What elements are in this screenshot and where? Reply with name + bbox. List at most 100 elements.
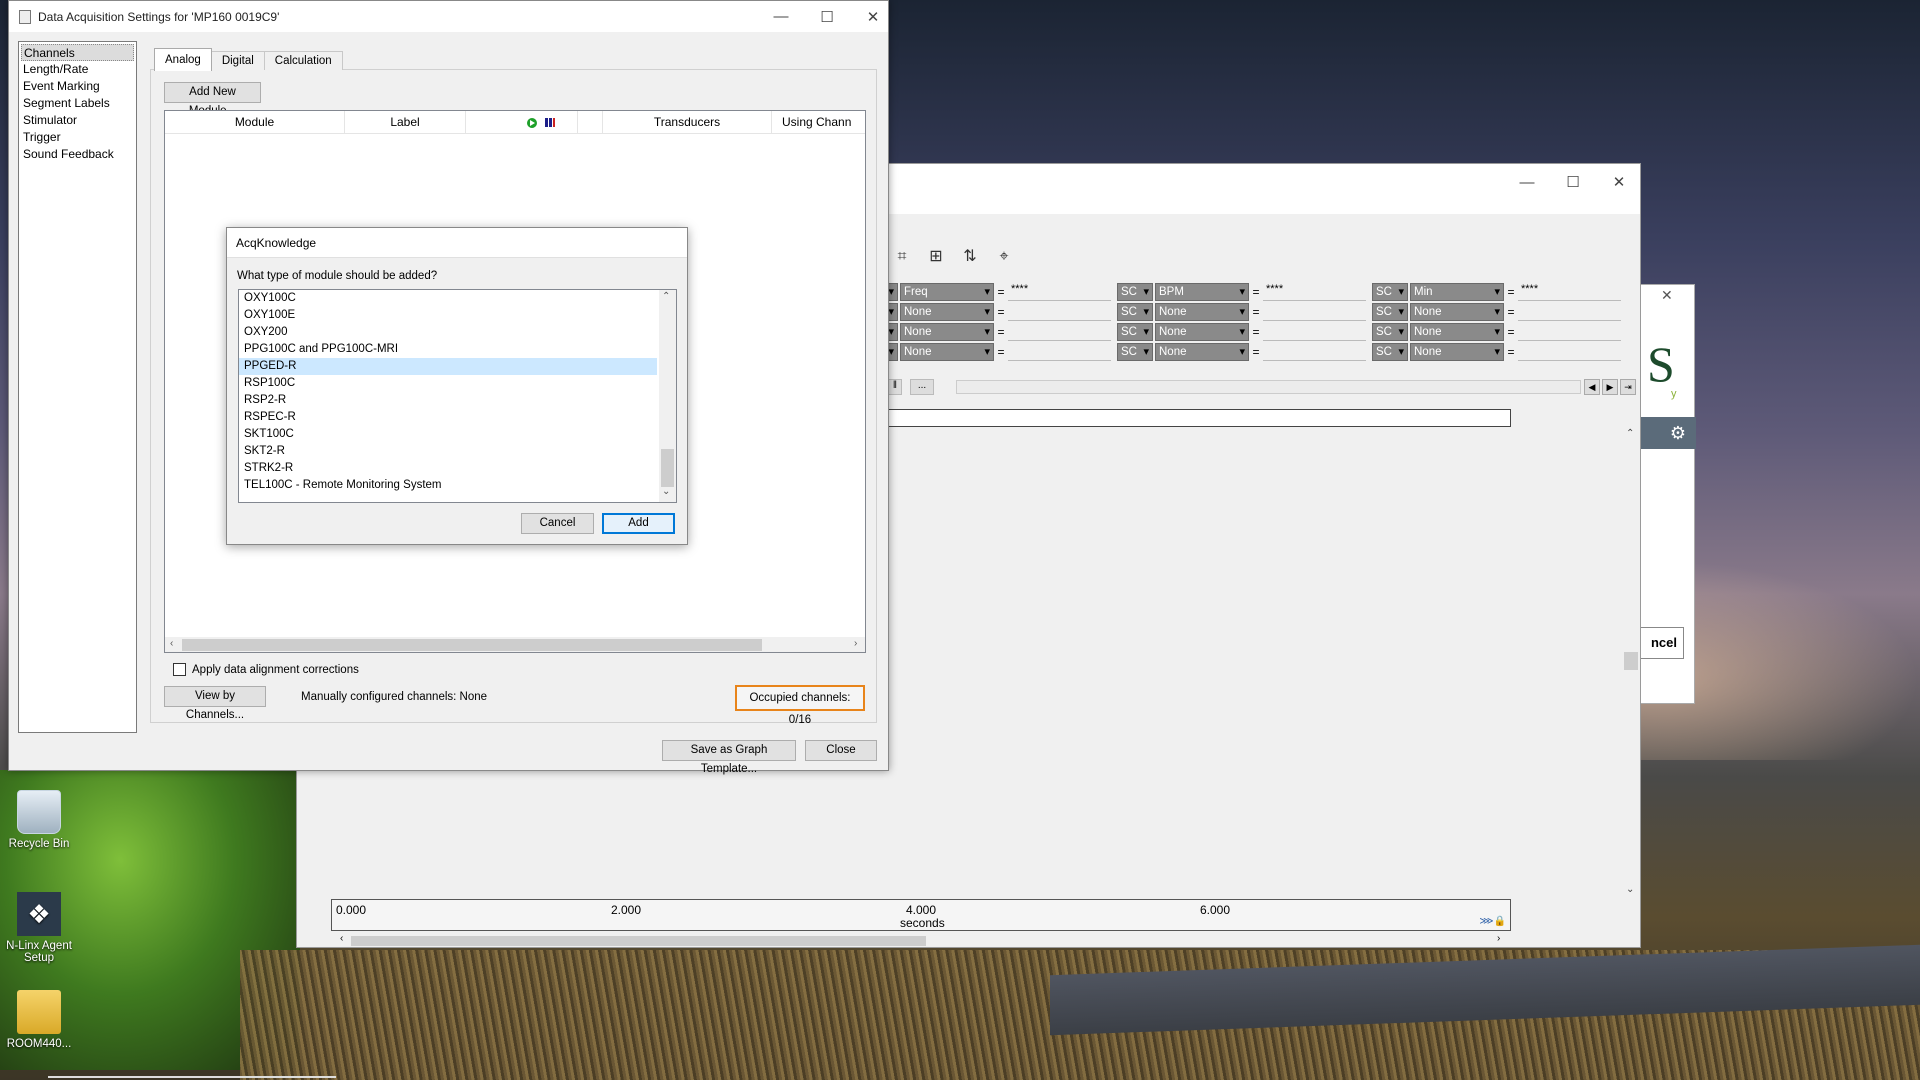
plot-channel-strip[interactable] <box>888 409 1511 427</box>
scroll-left-icon[interactable]: ‹ <box>170 638 173 649</box>
measurement-type-dropdown[interactable]: None <box>1410 303 1504 321</box>
event-scroll-track[interactable] <box>956 380 1581 394</box>
cursor-tool-icon[interactable]: ⌖ <box>992 245 1016 269</box>
scroll-thumb[interactable] <box>1624 652 1638 670</box>
channel-dropdown-partial[interactable] <box>888 323 898 341</box>
scroll-up-icon[interactable]: ⌃ <box>662 291 670 302</box>
nav-item-stimulator[interactable]: Stimulator <box>19 112 136 129</box>
scroll-down-icon[interactable]: ⌄ <box>662 486 670 497</box>
tab-analog[interactable]: Analog <box>154 48 212 71</box>
list-item[interactable]: SKT100C <box>239 426 657 443</box>
channel-dropdown[interactable]: SC <box>1372 283 1408 301</box>
scroll-thumb[interactable] <box>351 936 926 946</box>
close-icon[interactable]: ✕ <box>1596 164 1642 200</box>
view-by-channels-button[interactable]: View by Channels... <box>164 686 266 721</box>
scroll-up-icon[interactable]: ⌃ <box>1626 428 1634 439</box>
list-item[interactable]: RSP100C <box>239 375 657 392</box>
desktop-icon-nlinx[interactable]: ❖ N-Linx Agent Setup <box>0 892 78 964</box>
table-horizontal-scrollbar[interactable]: ‹ › <box>165 637 865 652</box>
apply-alignment-checkbox[interactable] <box>173 663 186 676</box>
scroll-left-icon[interactable]: ‹ <box>340 933 343 944</box>
channel-dropdown-partial[interactable] <box>888 283 898 301</box>
list-item[interactable]: SKT2-R <box>239 443 657 460</box>
add-new-module-button[interactable]: Add New Module... <box>164 82 261 117</box>
scroll-end-icon[interactable]: ⇥ <box>1620 379 1636 395</box>
measurement-type-dropdown[interactable]: Min <box>1410 283 1504 301</box>
nav-item-length-rate[interactable]: Length/Rate <box>19 61 136 78</box>
list-item[interactable]: STRK2-R <box>239 460 657 477</box>
scroll-right-icon[interactable]: › <box>854 638 857 649</box>
measurement-type-dropdown[interactable]: None <box>900 303 994 321</box>
axis-settings-icon[interactable]: ⋙🔒 <box>1479 916 1506 927</box>
scroll-right-icon[interactable]: › <box>1497 933 1500 944</box>
measurement-type-dropdown[interactable]: None <box>1410 343 1504 361</box>
measurement-type-dropdown[interactable]: None <box>1410 323 1504 341</box>
graph-horizontal-scrollbar[interactable]: ‹ › <box>331 933 1511 948</box>
list-vertical-scrollbar[interactable]: ⌃ ⌄ <box>659 290 676 502</box>
measurement-type-dropdown[interactable]: None <box>1155 343 1249 361</box>
list-item[interactable]: OXY200 <box>239 324 657 341</box>
column-header-transducers[interactable]: Transducers <box>603 111 772 134</box>
measurement-type-dropdown[interactable]: BPM <box>1155 283 1249 301</box>
measurement-type-dropdown[interactable]: None <box>1155 303 1249 321</box>
list-item[interactable]: RSPEC-R <box>239 409 657 426</box>
list-item[interactable]: PPG100C and PPG100C-MRI <box>239 341 657 358</box>
measurement-type-dropdown[interactable]: None <box>900 323 994 341</box>
nav-item-trigger[interactable]: Trigger <box>19 129 136 146</box>
cancel-button[interactable]: ncel <box>1641 627 1684 659</box>
channel-dropdown-partial[interactable] <box>888 343 898 361</box>
zoom-fit-icon[interactable]: ⌗ <box>890 245 914 269</box>
scroll-right-icon[interactable]: ▶ <box>1602 379 1618 395</box>
minimize-icon[interactable]: — <box>758 1 804 32</box>
column-header-using-channels[interactable]: Using Chann <box>772 111 865 134</box>
nav-item-channels[interactable]: Channels <box>21 44 134 61</box>
measurement-type-dropdown[interactable]: None <box>900 343 994 361</box>
scroll-down-icon[interactable]: ⌄ <box>1626 884 1634 895</box>
channel-dropdown[interactable]: SC <box>1117 343 1153 361</box>
maximize-icon[interactable]: ☐ <box>804 1 850 32</box>
maximize-icon[interactable]: ☐ <box>1550 164 1596 200</box>
close-icon[interactable]: ✕ <box>850 1 896 32</box>
close-button[interactable]: Close <box>805 740 877 761</box>
column-header-module[interactable]: Module <box>165 111 345 134</box>
add-button[interactable]: Add <box>602 513 675 534</box>
channel-dropdown[interactable]: SC <box>1117 283 1153 301</box>
measurement-type-dropdown[interactable]: None <box>1155 323 1249 341</box>
more-button[interactable]: ... <box>910 379 934 395</box>
desktop-icon-recycle-bin[interactable]: Recycle Bin <box>0 790 78 850</box>
graph-vertical-scrollbar[interactable]: ⌃ ⌄ <box>1624 428 1638 898</box>
gear-icon[interactable]: ⚙ <box>1641 417 1696 449</box>
scroll-left-icon[interactable]: ◀ <box>1584 379 1600 395</box>
marker-button[interactable]: ‖ <box>888 379 902 395</box>
apply-alignment-option[interactable]: Apply data alignment corrections <box>173 663 359 676</box>
save-graph-template-button[interactable]: Save as Graph Template... <box>662 740 796 775</box>
column-header-label[interactable]: Label <box>345 111 466 134</box>
desktop-icon-room-folder[interactable]: ROOM440... <box>0 990 78 1050</box>
overlap-icon[interactable]: ⊞ <box>924 245 948 269</box>
nav-item-segment-labels[interactable]: Segment Labels <box>19 95 136 112</box>
nav-item-sound-feedback[interactable]: Sound Feedback <box>19 146 136 163</box>
tab-calculation[interactable]: Calculation <box>263 51 343 70</box>
channel-dropdown[interactable]: SC <box>1117 303 1153 321</box>
list-item[interactable]: RSP2-R <box>239 392 657 409</box>
scroll-thumb[interactable] <box>182 639 762 651</box>
autoscale-icon[interactable]: ⇅ <box>958 245 982 269</box>
minimize-icon[interactable]: — <box>1504 164 1550 200</box>
list-item-selected[interactable]: PPGED-R <box>239 358 657 375</box>
tab-digital[interactable]: Digital <box>210 51 265 70</box>
channel-dropdown-partial[interactable] <box>888 303 898 321</box>
nav-item-event-marking[interactable]: Event Marking <box>19 78 136 95</box>
list-item[interactable]: TEL100C - Remote Monitoring System <box>239 477 657 494</box>
measurement-type-dropdown[interactable]: Freq <box>900 283 994 301</box>
column-header-icons[interactable] <box>466 111 578 134</box>
channel-dropdown[interactable]: SC <box>1372 303 1408 321</box>
module-type-list[interactable]: OXY100C OXY100E OXY200 PPG100C and PPG10… <box>238 289 677 503</box>
close-icon[interactable]: ✕ <box>1661 287 1673 304</box>
scroll-thumb[interactable] <box>661 449 674 487</box>
list-item[interactable]: OXY100C <box>239 290 657 307</box>
channel-dropdown[interactable]: SC <box>1372 323 1408 341</box>
channel-dropdown[interactable]: SC <box>1117 323 1153 341</box>
channel-dropdown[interactable]: SC <box>1372 343 1408 361</box>
cancel-button[interactable]: Cancel <box>521 513 594 534</box>
list-item[interactable]: OXY100E <box>239 307 657 324</box>
